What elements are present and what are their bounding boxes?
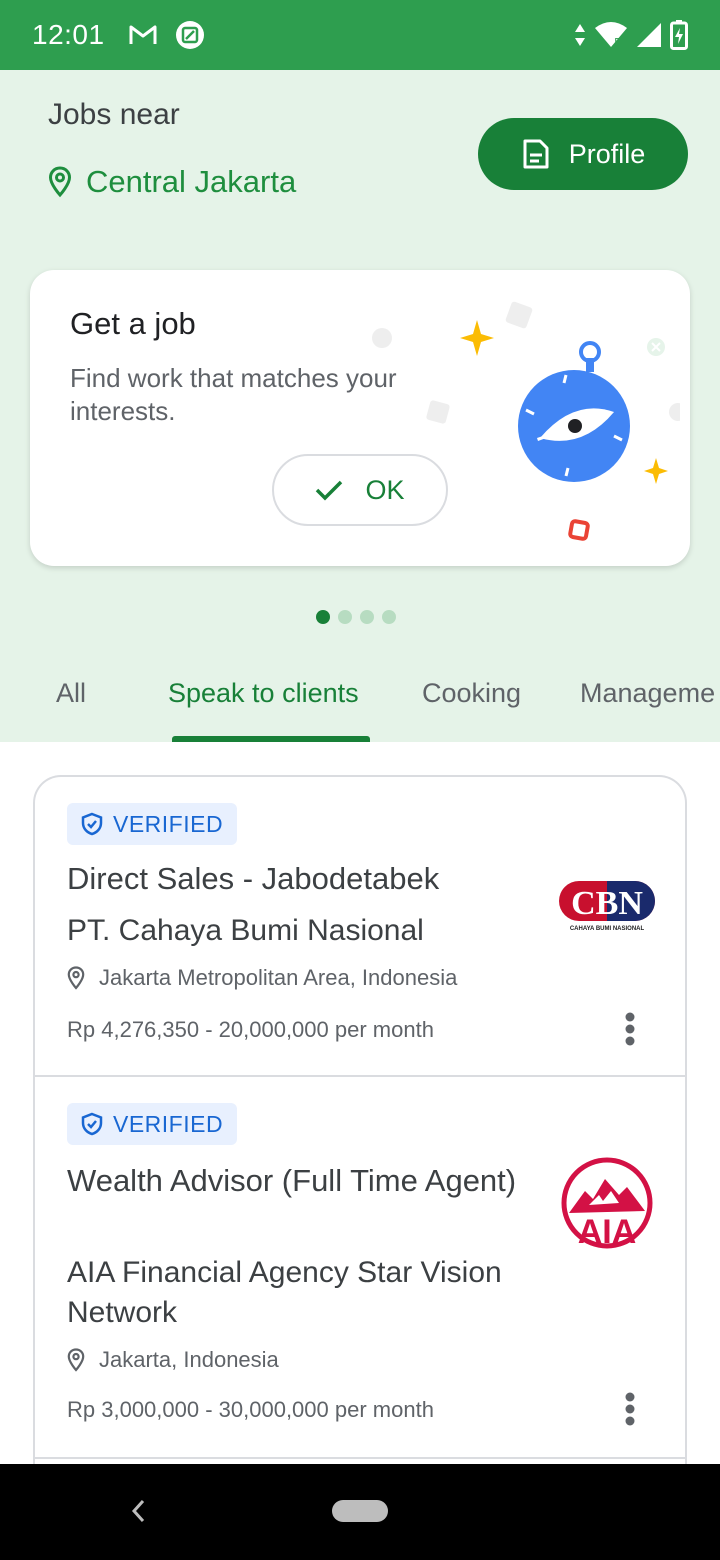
signal-icon	[637, 23, 661, 47]
carousel-dot[interactable]	[338, 610, 352, 624]
location-pin-icon	[48, 166, 72, 198]
location-pin-icon	[67, 966, 85, 990]
job-salary: Rp 3,000,000 - 30,000,000 per month	[67, 1397, 434, 1422]
job-list: VERIFIED Direct Sales - Jabodetabek PT. …	[33, 775, 687, 1475]
company-name: AIA Financial Agency Star Vision Network	[67, 1256, 502, 1329]
more-vert-icon	[625, 1392, 635, 1426]
shield-check-icon	[81, 1112, 103, 1136]
carousel-indicator	[316, 610, 396, 624]
promo-card: Get a job Find work that matches your in…	[30, 270, 690, 566]
document-icon	[523, 139, 549, 169]
company-logo-aia: AIA	[561, 1157, 653, 1251]
job-location-text: Jakarta, Indonesia	[99, 1347, 279, 1372]
logo-text: AIA	[578, 1213, 637, 1251]
carousel-dot[interactable]	[316, 610, 330, 624]
verified-badge: VERIFIED	[67, 1103, 238, 1145]
logo-text: CBN	[571, 885, 643, 922]
location-name: Central Jakarta	[86, 164, 297, 199]
home-pill-button[interactable]	[332, 1500, 388, 1522]
back-icon[interactable]	[128, 1498, 148, 1524]
wifi-icon: 5	[595, 22, 627, 48]
status-time: 12:01	[32, 19, 105, 50]
job-card[interactable]: VERIFIED Wealth Advisor (Full Time Agent…	[35, 1077, 685, 1459]
company-name: PT. Cahaya Bumi Nasional	[67, 914, 424, 947]
shield-check-icon	[81, 812, 103, 836]
header-area: Jobs near Central Jakarta Profile Get a …	[0, 70, 720, 742]
tab-management[interactable]: Manageme	[580, 678, 715, 709]
job-location-text: Jakarta Metropolitan Area, Indonesia	[99, 965, 458, 990]
profile-button-label: Profile	[568, 138, 646, 169]
job-title: Direct Sales - Jabodetabek	[67, 861, 440, 896]
logo-subtext: CAHAYA BUMI NASIONAL	[570, 926, 645, 932]
active-tab-indicator	[172, 736, 370, 742]
carousel-dot[interactable]	[360, 610, 374, 624]
verified-badge: VERIFIED	[67, 803, 238, 845]
job-location: Jakarta Metropolitan Area, Indonesia	[67, 965, 457, 991]
system-nav-bar	[0, 1464, 720, 1560]
promo-title: Get a job	[70, 306, 196, 341]
more-options-button[interactable]	[615, 1389, 645, 1429]
profile-button[interactable]: Profile	[478, 118, 688, 190]
gmail-icon	[129, 25, 157, 44]
tab-all[interactable]: All	[56, 678, 86, 709]
category-tabs: All Speak to clients Cooking Manageme	[0, 670, 720, 742]
carousel-dot[interactable]	[382, 610, 396, 624]
network-label: 5	[614, 36, 621, 48]
data-arrows-icon	[575, 24, 585, 46]
jobs-near-label: Jobs near	[48, 98, 180, 131]
compass-illustration	[372, 301, 680, 541]
job-title: Wealth Advisor (Full Time Agent)	[67, 1163, 517, 1198]
job-location: Jakarta, Indonesia	[67, 1347, 279, 1373]
status-bar: 12:01 5	[0, 0, 720, 70]
job-card[interactable]: VERIFIED Direct Sales - Jabodetabek PT. …	[35, 777, 685, 1077]
check-icon	[316, 480, 343, 501]
app-notification-icon	[175, 21, 204, 49]
system-icons: 5	[574, 20, 688, 50]
verified-label: VERIFIED	[113, 1110, 224, 1137]
more-options-button[interactable]	[615, 1009, 645, 1049]
tab-cooking[interactable]: Cooking	[422, 678, 521, 709]
company-logo-cbn: CBN CAHAYA BUMI NASIONAL	[559, 881, 655, 932]
job-salary: Rp 4,276,350 - 20,000,000 per month	[67, 1017, 434, 1042]
tab-speak-to-clients[interactable]: Speak to clients	[168, 678, 359, 709]
location-pin-icon	[67, 1348, 85, 1372]
notification-icons	[129, 20, 205, 50]
verified-label: VERIFIED	[113, 810, 224, 837]
location-selector[interactable]: Central Jakarta	[48, 164, 296, 200]
battery-icon	[670, 20, 688, 50]
more-vert-icon	[625, 1012, 635, 1046]
